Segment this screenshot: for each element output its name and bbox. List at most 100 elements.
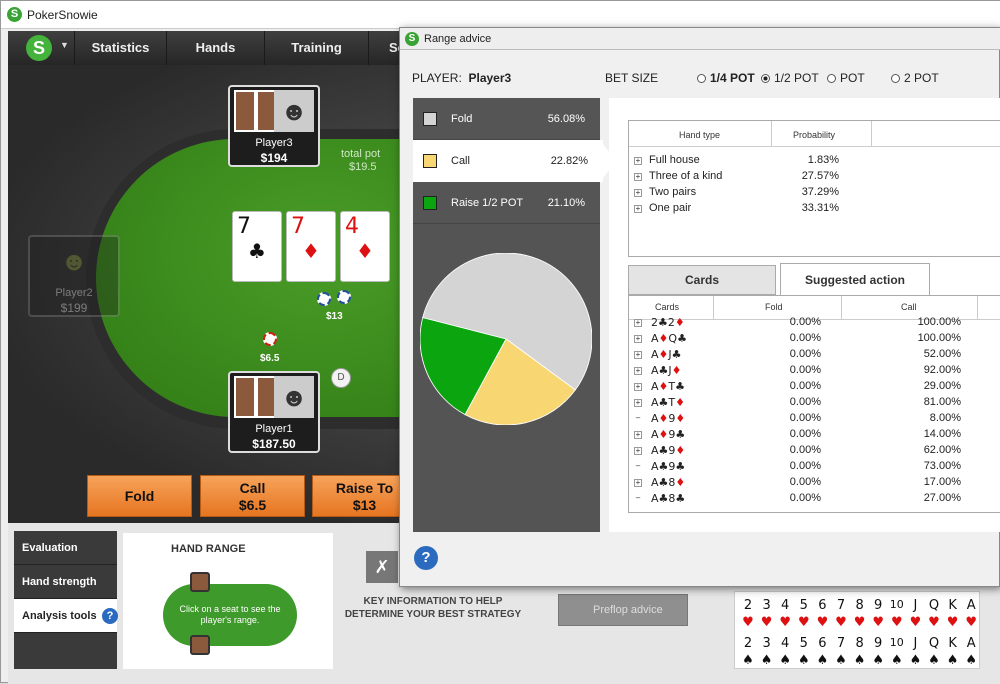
heart-icon[interactable]: ♥ <box>944 615 962 631</box>
grid-rank[interactable]: 3 <box>758 598 776 614</box>
heart-icon[interactable]: ♥ <box>739 615 757 631</box>
bet-size-2pot[interactable]: 2 POT <box>891 71 939 85</box>
card-row[interactable]: + A♣8♦ 0.00% 17.00% <box>629 476 1000 492</box>
grid-rank[interactable]: 3 <box>758 636 776 652</box>
grid-rank[interactable]: 2 <box>739 598 757 614</box>
preflop-advice-button[interactable]: Preflop advice <box>558 594 688 626</box>
spade-icon[interactable]: ♠ <box>869 653 887 669</box>
heart-icon[interactable]: ♥ <box>832 615 850 631</box>
grid-rank[interactable]: 5 <box>795 636 813 652</box>
expand-icon[interactable]: + <box>634 173 642 181</box>
bet-size-half-pot[interactable]: 1/2 POT <box>761 71 819 85</box>
seat-player2[interactable]: ☻ Player2 $199 <box>28 235 120 317</box>
heart-icon[interactable]: ♥ <box>795 615 813 631</box>
action-row-fold[interactable]: Fold 56.08% <box>413 98 600 140</box>
grid-rank[interactable]: K <box>944 636 962 652</box>
card-row[interactable]: +2♣2♦ 0.00% 100.00% <box>629 316 1000 332</box>
grid-rank[interactable]: J <box>906 598 924 614</box>
heart-icon[interactable]: ♥ <box>776 615 794 631</box>
hand-type-row[interactable]: + Three of a kind 27.57% <box>629 170 1000 186</box>
expand-icon[interactable]: + <box>634 335 642 343</box>
spade-icon[interactable]: ♠ <box>944 653 962 669</box>
grid-rank[interactable]: 8 <box>851 598 869 614</box>
spade-icon[interactable]: ♠ <box>832 653 850 669</box>
grid-rank[interactable]: 6 <box>813 598 831 614</box>
heart-icon[interactable]: ♥ <box>851 615 869 631</box>
menu-hands[interactable]: Hands <box>166 31 264 65</box>
grid-rank[interactable]: 6 <box>813 636 831 652</box>
grid-rank[interactable]: 8 <box>851 636 869 652</box>
spade-icon[interactable]: ♠ <box>795 653 813 669</box>
heart-icon[interactable]: ♥ <box>906 615 924 631</box>
spade-icon[interactable]: ♠ <box>962 653 980 669</box>
grid-rank[interactable]: 2 <box>739 636 757 652</box>
action-row-raise[interactable]: Raise 1/2 POT 21.10% <box>413 182 600 224</box>
grid-rank[interactable]: 9 <box>869 598 887 614</box>
bet-size-pot[interactable]: POT <box>827 71 865 85</box>
card-row[interactable]: + A♦J♣ 0.00% 52.00% <box>629 348 1000 364</box>
spade-icon[interactable]: ♠ <box>925 653 943 669</box>
heart-icon[interactable]: ♥ <box>925 615 943 631</box>
card-row[interactable]: + A♦Q♣ 0.00% 100.00% <box>629 332 1000 348</box>
grid-rank[interactable]: 5 <box>795 598 813 614</box>
heart-icon[interactable]: ♥ <box>962 615 980 631</box>
grid-rank[interactable]: 7 <box>832 598 850 614</box>
grid-rank[interactable]: 10 <box>888 636 906 652</box>
fold-button[interactable]: Fold <box>87 475 192 517</box>
spade-icon[interactable]: ♠ <box>776 653 794 669</box>
expand-icon[interactable]: + <box>634 351 642 359</box>
spade-icon[interactable]: ♠ <box>813 653 831 669</box>
card-row[interactable]: + A♣9♦ 0.00% 62.00% <box>629 444 1000 460</box>
expand-icon[interactable]: + <box>634 383 642 391</box>
grid-rank[interactable]: 9 <box>869 636 887 652</box>
seat-marker-bottom[interactable] <box>190 635 210 655</box>
tab-cards[interactable]: Cards <box>628 265 776 295</box>
hand-type-row[interactable]: + Two pairs 37.29% <box>629 186 1000 202</box>
heart-icon[interactable]: ♥ <box>869 615 887 631</box>
card-row[interactable]: – A♣9♣ 0.00% 73.00% <box>629 460 1000 476</box>
spade-icon[interactable]: ♠ <box>739 653 757 669</box>
heart-icon[interactable]: ♥ <box>758 615 776 631</box>
grid-rank[interactable]: 4 <box>776 636 794 652</box>
hand-type-row[interactable]: + Full house 1.83% <box>629 154 1000 170</box>
grid-rank[interactable]: 10 <box>888 598 906 614</box>
help-icon[interactable]: ? <box>102 608 118 624</box>
expand-icon[interactable]: + <box>634 479 642 487</box>
card-row[interactable]: + A♦9♣ 0.00% 14.00% <box>629 428 1000 444</box>
tab-evaluation[interactable]: Evaluation <box>14 531 117 565</box>
grid-rank[interactable]: A <box>962 598 980 614</box>
expand-icon[interactable]: + <box>634 399 642 407</box>
bet-size-quarter-pot[interactable]: 1/4 POT <box>697 71 755 85</box>
grid-rank[interactable]: K <box>944 598 962 614</box>
spade-icon[interactable]: ♠ <box>888 653 906 669</box>
expand-icon[interactable]: + <box>634 319 642 327</box>
card-row[interactable]: + A♦T♣ 0.00% 29.00% <box>629 380 1000 396</box>
action-row-call[interactable]: Call 22.82% <box>413 140 603 182</box>
menu-training[interactable]: Training <box>264 31 368 65</box>
seat-player1[interactable]: ☻ Player1 $187.50 <box>228 371 320 453</box>
tab-suggested-action[interactable]: Suggested action <box>780 263 930 296</box>
grid-rank[interactable]: J <box>906 636 924 652</box>
menu-statistics[interactable]: Statistics <box>74 31 166 65</box>
spade-icon[interactable]: ♠ <box>851 653 869 669</box>
card-row[interactable]: + A♣T♦ 0.00% 81.00% <box>629 396 1000 412</box>
expand-icon[interactable]: + <box>634 367 642 375</box>
expand-icon[interactable]: + <box>634 205 642 213</box>
grid-rank[interactable]: Q <box>925 598 943 614</box>
expand-icon[interactable]: + <box>634 447 642 455</box>
snowie-menu-button[interactable]: S <box>26 35 52 61</box>
help-button-icon[interactable]: ? <box>414 546 438 570</box>
tab-hand-strength[interactable]: Hand strength <box>14 565 117 599</box>
heart-icon[interactable]: ♥ <box>813 615 831 631</box>
call-button[interactable]: Call $6.5 <box>200 475 305 517</box>
card-row[interactable]: – A♣8♣ 0.00% 27.00% <box>629 492 1000 508</box>
card-row[interactable]: – A♦9♦ 0.00% 8.00% <box>629 412 1000 428</box>
chevron-down-icon[interactable]: ▼ <box>60 40 69 50</box>
spade-icon[interactable]: ♠ <box>906 653 924 669</box>
grid-rank[interactable]: Q <box>925 636 943 652</box>
grid-rank[interactable]: A <box>962 636 980 652</box>
expand-icon[interactable]: + <box>634 189 642 197</box>
spade-icon[interactable]: ♠ <box>758 653 776 669</box>
hand-type-row[interactable]: + One pair 33.31% <box>629 202 1000 218</box>
card-row[interactable]: + A♣J♦ 0.00% 92.00% <box>629 364 1000 380</box>
